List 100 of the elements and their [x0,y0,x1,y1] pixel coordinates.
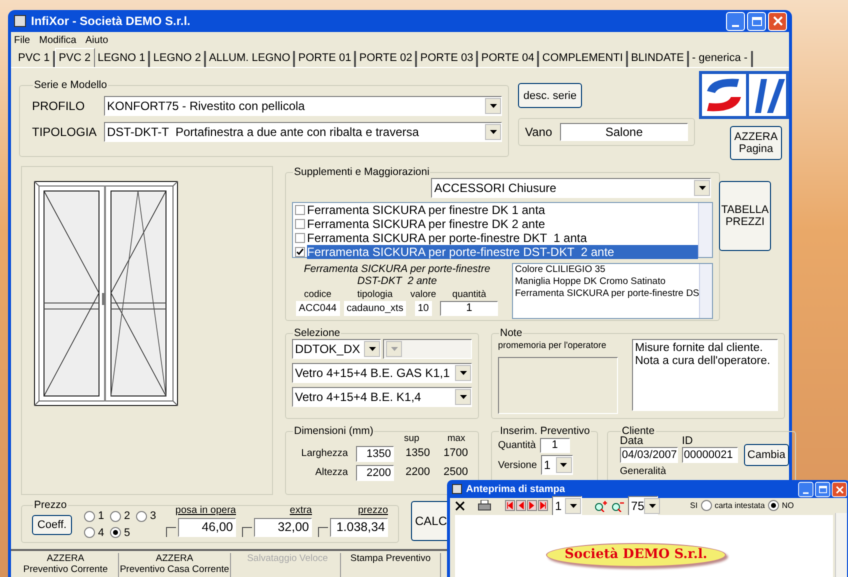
dropdown[interactable]: 1 [552,496,582,516]
list-item[interactable]: Maniglia Hoppe DK Cromo Satinato [515,276,700,288]
radio-button[interactable] [84,510,95,522]
radio-label: carta intestata [714,500,765,512]
menu-item[interactable]: Modifica [39,32,76,48]
button[interactable]: TABELLA PREZZI [719,181,771,251]
notes-field[interactable]: Misure fornite dal cliente. Nota a cura dell'operatore. [632,339,778,411]
dropdown[interactable]: Vetro 4+15+4 B.E. GAS K1,1 [292,363,472,383]
group-title: Cliente [622,425,656,437]
tab[interactable]: ALLUM. LEGNO [206,51,296,67]
input-field[interactable]: 1 [540,438,570,453]
field-label: ID [682,435,694,447]
scrollbar[interactable] [698,203,712,257]
input-field[interactable]: 1350 [356,446,394,462]
window-title: InfiXor - Società DEMO S.r.l. [31,13,190,30]
checkbox[interactable] [242,526,252,536]
nav-arrow-icon[interactable] [538,500,548,511]
field-label: codice [304,289,332,301]
zoom-in-icon[interactable] [594,500,607,512]
app-icon [452,484,462,494]
tab[interactable]: BLINDATE [628,51,689,67]
list-item[interactable]: Ferramenta SICKURA per finestre DK 2 ante [293,217,698,231]
dropdown-arrow-icon [698,186,706,190]
dropdown-arrow-icon [368,347,376,351]
radio-button[interactable] [700,500,712,511]
dropdown[interactable]: DDTOK_DX [292,339,381,359]
field-label: Larghezza [300,447,348,461]
radio-label: 5 [124,526,130,540]
scrollbar[interactable] [699,264,712,318]
input-field[interactable]: 1 [440,301,498,316]
field-label: Versione [498,458,537,472]
list-item[interactable]: Ferramenta SICKURA per porte-finestre DS [515,288,700,300]
group-title: Serie e Modello [33,79,108,91]
input-field[interactable]: 1.038,34 [330,518,388,536]
tab[interactable]: LEGNO 2 [150,51,206,67]
list-item[interactable]: Colore CLILIEGIO 35 [515,264,700,276]
radio-button[interactable] [110,527,121,538]
printer-icon[interactable] [478,500,491,512]
button[interactable]: AZZERA Pagina [730,126,782,160]
close-button[interactable] [832,481,847,497]
dropdown[interactable]: ACCESSORI Chiusure [431,178,712,198]
dropdown[interactable]: Vetro 4+15+4 B.E. K1,4 [292,387,472,407]
dropdown[interactable]: 1 [540,455,573,475]
maximize-button[interactable] [747,12,766,30]
maximize-button[interactable] [815,481,830,497]
radio-button[interactable] [110,510,121,522]
nav-arrow-icon[interactable] [516,500,526,511]
field-label: valore [410,289,436,301]
button[interactable]: Cambia [744,444,789,466]
dropdown[interactable]: KONFORT75 - Rivestito con pellicola [104,96,502,116]
list-item[interactable]: Ferramenta SICKURA per finestre DK 1 anta [293,203,698,217]
tab[interactable]: PORTE 03 [417,51,478,67]
tab[interactable]: - generica - [688,51,753,67]
input-field[interactable]: 00000021 [682,447,738,463]
value-field: ACC044 [296,301,340,316]
checkbox[interactable] [295,219,305,229]
scrollbar[interactable] [835,513,847,577]
footer-button[interactable]: AZZERA Preventivo Casa Corrente [119,553,231,577]
field-label: prezzo [358,504,388,518]
checkbox[interactable] [295,247,305,257]
checkbox[interactable] [318,526,328,536]
radio-button[interactable] [768,500,779,511]
radio-label: NO [782,500,794,512]
radio-button[interactable] [84,527,95,538]
input-field[interactable]: 04/03/2007 [620,447,678,463]
dropdown[interactable]: 75 [628,496,658,516]
minimize-button[interactable] [798,481,814,497]
input-field[interactable]: 46,00 [178,518,236,536]
tab[interactable]: PORTE 01 [295,51,356,67]
checkbox[interactable] [295,205,305,215]
list-item[interactable]: Ferramenta SICKURA per porte-finestre DKT 1 anta [293,231,698,245]
close-button[interactable] [768,12,787,30]
checkbox[interactable] [295,233,305,243]
menu-item[interactable]: Aiuto [85,32,108,48]
button[interactable]: Coeff. [32,514,72,534]
nav-arrow-icon[interactable] [527,500,537,511]
tab[interactable]: LEGNO 1 [94,51,150,67]
nav-arrow-icon[interactable] [505,500,515,511]
input-field[interactable]: 2200 [356,464,394,480]
tab[interactable]: PORTE 02 [356,51,418,67]
tab[interactable]: PORTE 04 [478,51,540,67]
dropdown-arrow-icon [460,371,466,375]
dropdown[interactable]: DST-DKT-T Portafinestra a due ante con ribalta e traversa [104,122,502,142]
dropdown-arrow-icon [460,395,466,399]
radio-button[interactable] [136,510,147,522]
close-icon[interactable] [454,500,466,512]
field-label: Generalità [620,466,666,477]
dropdown-arrow-icon [570,504,576,508]
checkbox[interactable] [166,526,176,536]
text-field[interactable]: Salone [560,123,688,141]
tab[interactable]: PVC 2 [54,48,95,67]
tab[interactable]: COMPLEMENTI [539,51,628,67]
calc-button[interactable]: CALC [411,501,447,541]
input-field[interactable]: 32,00 [254,518,312,536]
menu-item[interactable]: File [14,32,30,48]
minimize-button[interactable] [726,12,745,30]
dropdown-arrow-icon [648,504,656,508]
button[interactable]: desc. serie [518,83,582,108]
item-description: Ferramenta SICKURA per porte-finestre DST-DKT 2 ante [302,263,492,287]
zoom-out-icon[interactable] [611,500,624,512]
